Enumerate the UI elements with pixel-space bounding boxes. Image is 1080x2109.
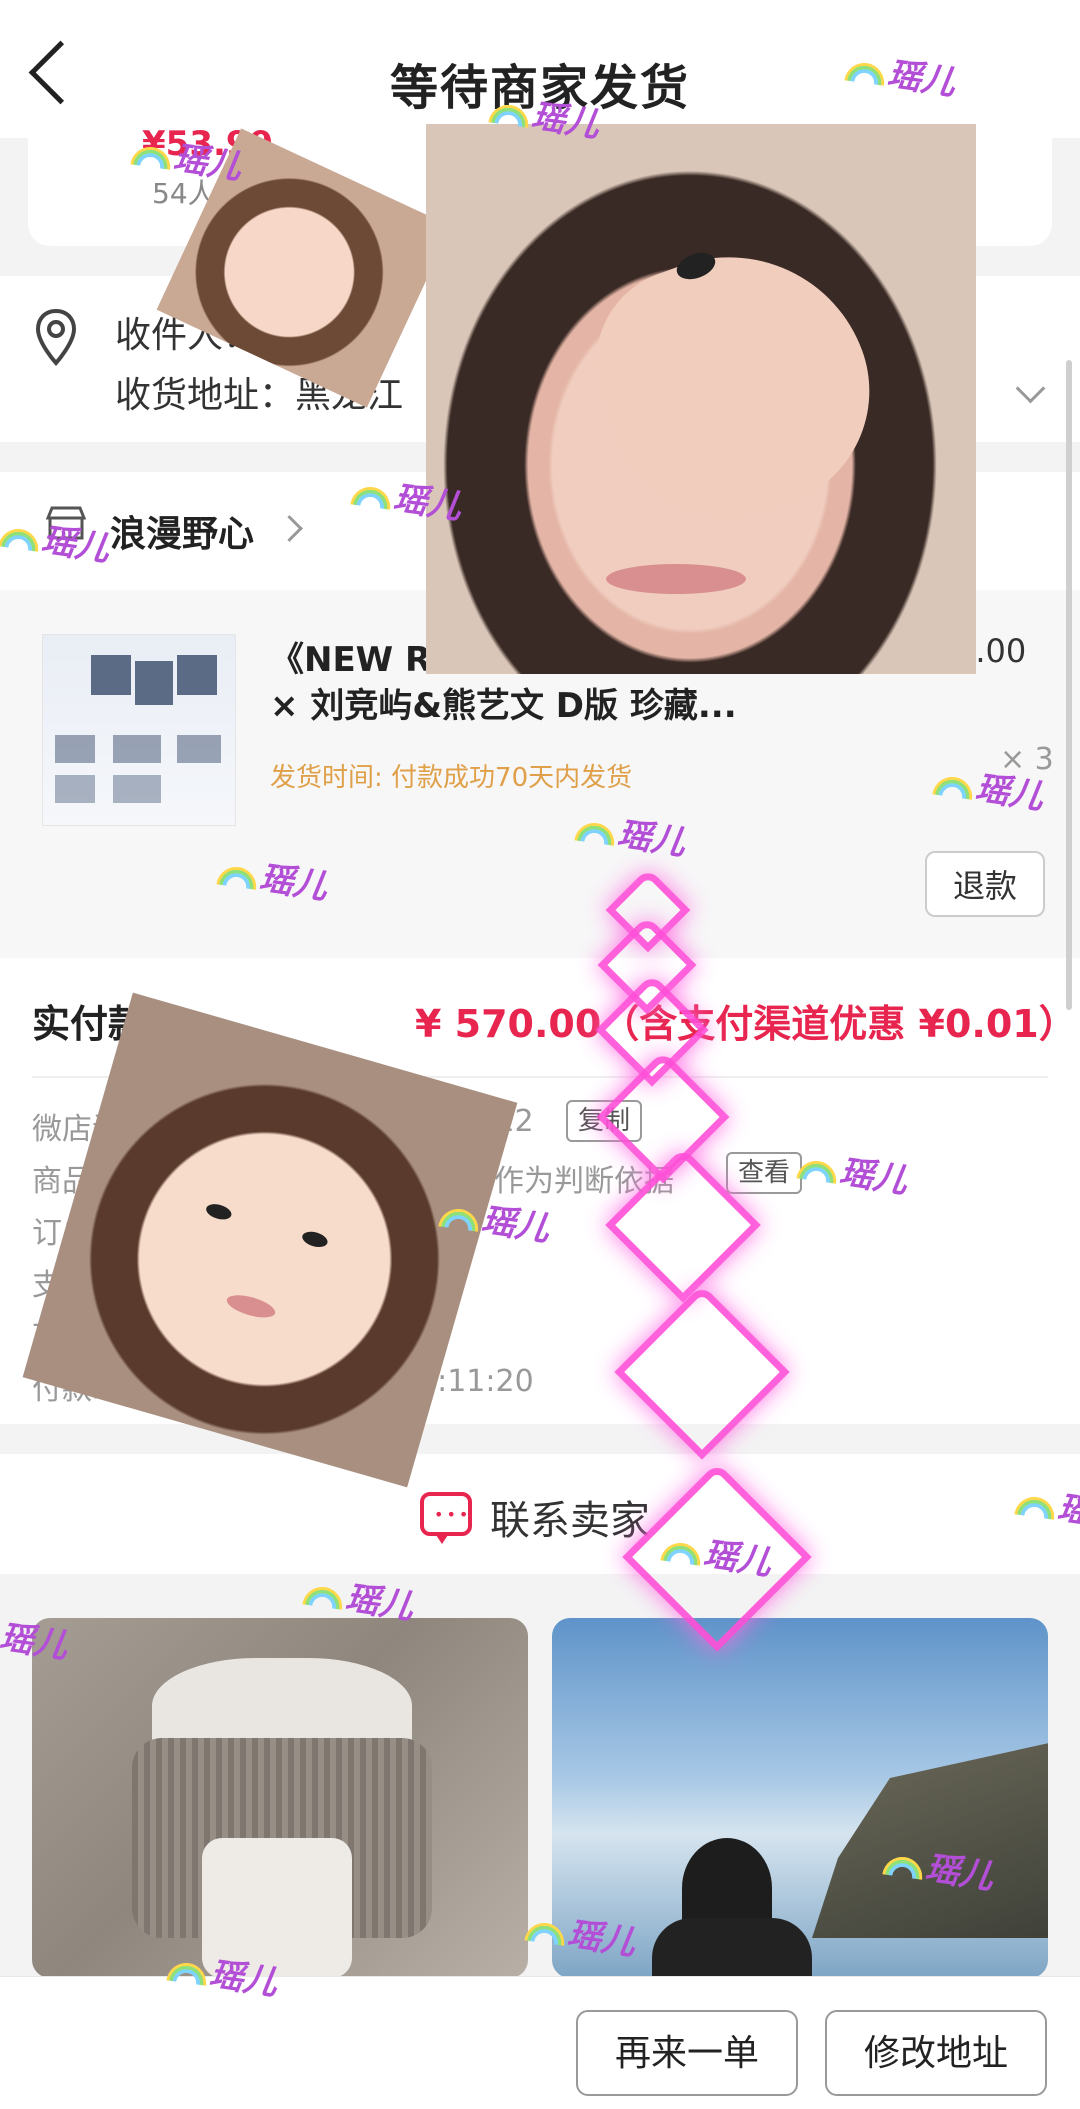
product-name-line1[interactable]: 《NEW R xyxy=(270,632,431,681)
location-pin-icon xyxy=(35,308,77,366)
address-label: 收货地址： xyxy=(115,375,296,416)
product-name-line2[interactable]: × 刘竞屿&熊艺文 D版 珍藏... xyxy=(270,678,737,727)
modify-address-button[interactable]: 修改地址 xyxy=(825,2010,1047,2096)
woman-sticker xyxy=(426,124,976,674)
view-button[interactable]: 查看 xyxy=(726,1152,803,1194)
chat-icon: ••• xyxy=(420,1492,472,1544)
product-thumbnail[interactable] xyxy=(42,634,236,826)
refund-button[interactable]: 退款 xyxy=(925,851,1045,917)
recommended-item-1[interactable] xyxy=(32,1618,528,1978)
ship-time: 发货时间: 付款成功70天内发货 xyxy=(270,763,633,793)
scrollbar[interactable] xyxy=(1066,360,1072,1010)
paid-amount: ¥ 570.00（含支付渠道优惠 ¥0.01） xyxy=(415,1002,1077,1046)
contact-seller-label[interactable]: 联系卖家 xyxy=(490,1488,650,1546)
watermark: 瑶儿 xyxy=(0,1617,70,1667)
shop-name[interactable]: 浪漫野心 xyxy=(110,505,254,557)
reorder-button[interactable]: 再来一单 xyxy=(576,2010,798,2096)
